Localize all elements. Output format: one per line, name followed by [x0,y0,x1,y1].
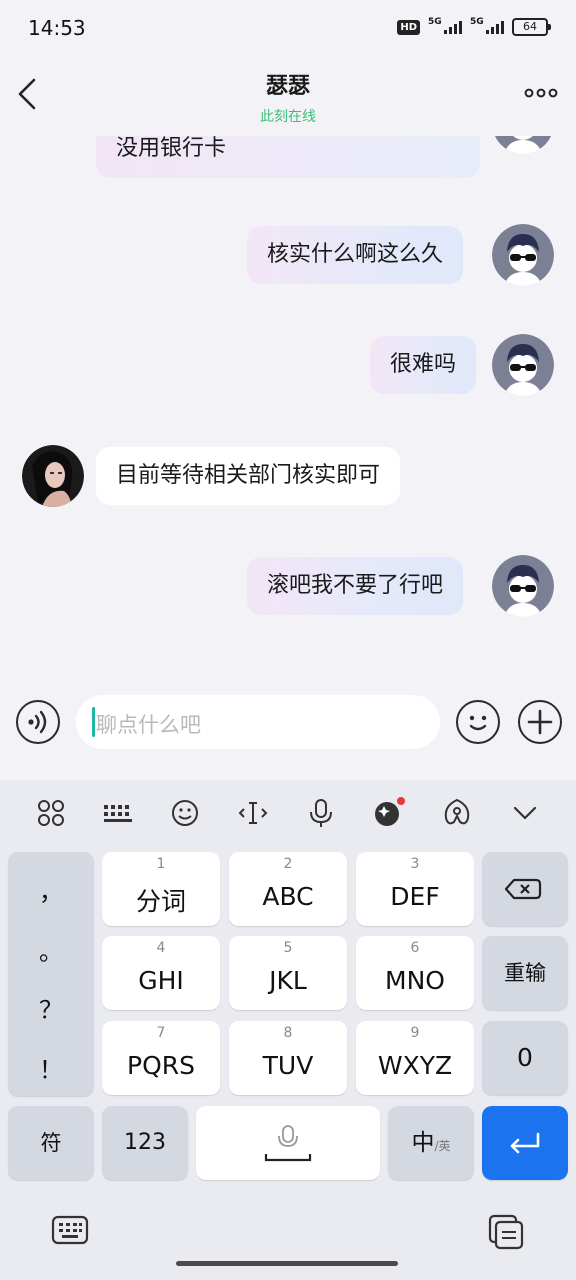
punct-period[interactable]: 。 [8,932,94,967]
grid-icon[interactable] [34,796,68,830]
punctuation-column[interactable]: ， 。 ？ ！ [8,852,94,1096]
space-key[interactable] [196,1106,380,1180]
message-bubble-out[interactable]: 核实什么啊这么久 [247,226,464,284]
composer: 聊点什么吧 [0,690,576,760]
space-mic-icon [264,1125,312,1162]
keyboard-toolbar [0,780,576,846]
key-9[interactable]: 9 WXYZ [356,1021,474,1095]
reenter-key[interactable]: 重输 [482,936,568,1010]
language-switch-key[interactable]: 中/英 [388,1106,474,1180]
keyboard-switch-icon[interactable] [50,1212,90,1248]
hd-icon: HD [397,19,420,35]
symbol-key[interactable]: 符 [8,1106,94,1180]
ai-skin-icon[interactable] [372,796,406,830]
key-2[interactable]: 2 ABC [229,852,347,926]
message-bubble-out[interactable]: 很难吗 [370,336,477,394]
contact-avatar[interactable] [22,445,84,507]
online-status: 此刻在线 [260,109,316,125]
mic-icon[interactable] [304,796,338,830]
enter-key[interactable] [482,1106,568,1180]
punct-exclaim[interactable]: ！ [8,1050,94,1085]
chat-header: 瑟瑟 此刻在线 [0,56,576,136]
key-8[interactable]: 8 TUV [229,1021,347,1095]
my-avatar[interactable] [492,555,554,617]
contact-name: 瑟瑟 [265,74,310,99]
key-3[interactable]: 3 DEF [356,852,474,926]
status-bar: 14:53 HD 5G 5G 64 [0,0,576,56]
backspace-icon [504,878,542,900]
cursor-icon[interactable] [236,796,270,830]
clipboard-icon[interactable] [486,1212,526,1250]
signal-icon-2: 5G [470,17,504,34]
punct-question[interactable]: ？ [8,990,94,1025]
backspace-key[interactable] [482,852,568,926]
enter-icon [510,1132,540,1154]
key-1[interactable]: 1 分词 [102,852,220,926]
voice-toggle-button[interactable] [16,700,60,744]
zero-key[interactable]: 0 [482,1021,568,1095]
emoji-button[interactable] [456,700,500,744]
punct-comma[interactable]: ， [8,872,94,907]
message-text: 核实什么啊这么久 [267,242,444,267]
message-bubble-out[interactable]: 没用银行卡 [96,136,480,178]
key-7[interactable]: 7 PQRS [102,1021,220,1095]
key-6[interactable]: 6 MNO [356,936,474,1010]
signal-icon-1: 5G [428,17,462,34]
status-time: 14:53 [28,16,86,40]
message-text: 没用银行卡 [116,136,227,161]
emoji-icon[interactable] [168,796,202,830]
my-avatar[interactable] [492,224,554,286]
message-bubble-out[interactable]: 滚吧我不要了行吧 [247,557,464,615]
more-options-button[interactable] [524,86,558,100]
message-input-placeholder: 聊点什么吧 [96,713,201,737]
numeric-key[interactable]: 123 [102,1106,188,1180]
battery-icon: 64 [512,18,551,36]
key-4[interactable]: 4 GHI [102,936,220,1010]
status-icons: HD 5G 5G 64 [397,17,551,36]
message-list[interactable]: 没用银行卡 核实什么啊这么久 很难吗 目前等待相关部门核实即可 滚吧我不要了行吧 [0,136,576,684]
message-input[interactable]: 聊点什么吧 [76,695,440,749]
text-cursor [92,707,95,737]
keyboard-icon[interactable] [100,796,136,830]
navigation-bar [0,1190,576,1280]
plus-icon [527,709,553,735]
home-indicator[interactable] [176,1261,398,1266]
voice-wave-icon [28,710,47,734]
key-5[interactable]: 5 JKL [229,936,347,1010]
handwriting-icon[interactable] [440,796,474,830]
smiley-icon [469,715,487,731]
message-text: 滚吧我不要了行吧 [267,573,444,598]
add-attachment-button[interactable] [518,700,562,744]
collapse-keyboard-icon[interactable] [508,796,542,830]
message-bubble-in[interactable]: 目前等待相关部门核实即可 [96,447,401,505]
my-avatar[interactable] [492,334,554,396]
message-text: 目前等待相关部门核实即可 [116,463,381,488]
message-text: 很难吗 [390,352,457,377]
my-avatar[interactable] [492,136,554,154]
